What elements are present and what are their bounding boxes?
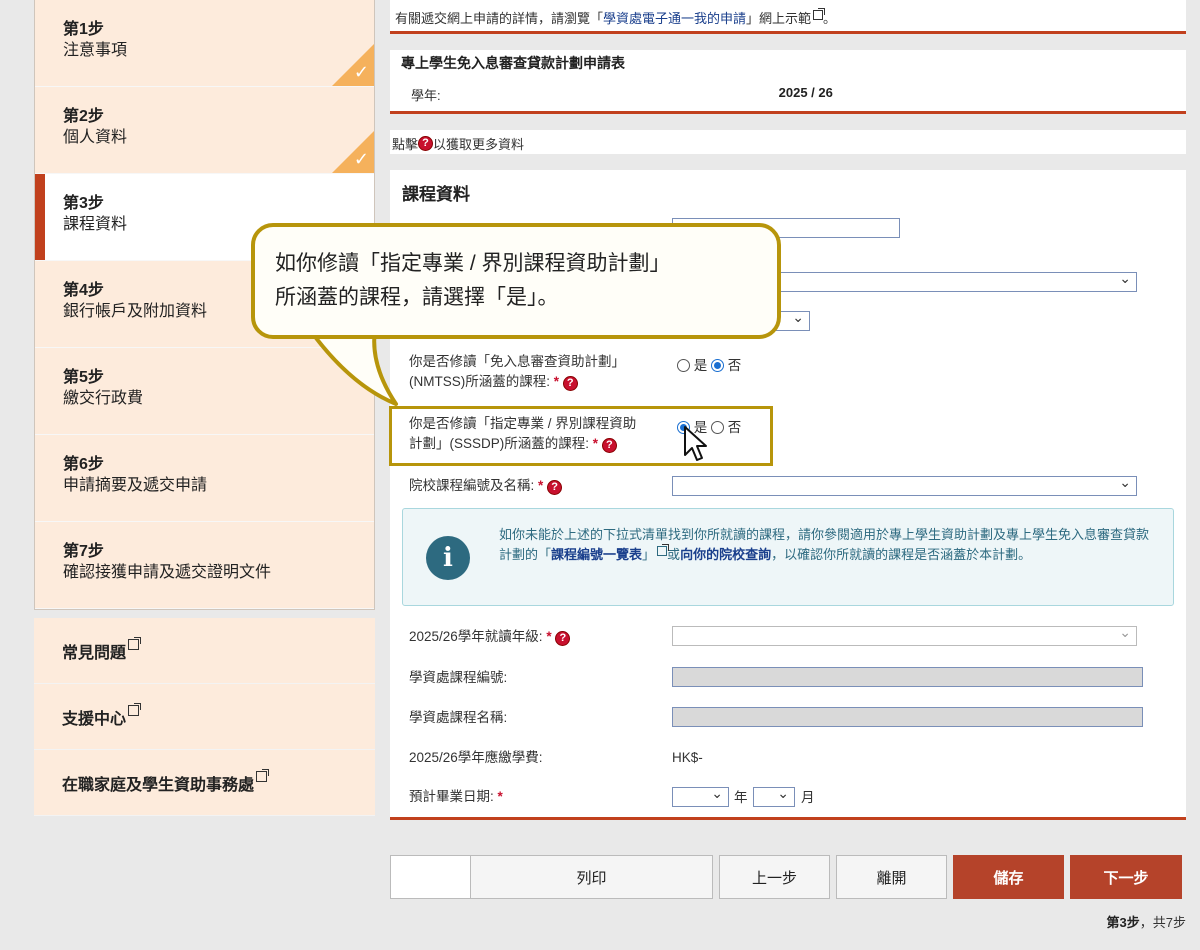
nmtss-question-label: 你是否修讀「免入息審查資助計劃」 (NMTSS)所涵蓋的課程: * ? <box>409 352 625 392</box>
mouse-pointer-icon <box>684 426 707 461</box>
required-mark: * <box>546 629 552 644</box>
form-title: 專上學生免入息審查貸款計劃申請表 <box>401 55 625 71</box>
step-7[interactable]: 第7步 確認接獲申請及遞交證明文件 <box>35 522 374 609</box>
save-button[interactable]: 儲存 <box>953 855 1064 899</box>
faq-link[interactable]: 常見問題 <box>34 618 375 684</box>
separator: ， <box>1139 915 1153 930</box>
nmtss-yes-radio[interactable] <box>677 359 690 372</box>
step-title: 確認接獲申請及遞交證明文件 <box>63 564 272 581</box>
label-text: 院校課程編號及名稱: <box>409 478 535 493</box>
graduation-month-select[interactable] <box>753 785 795 807</box>
sfo-course-name-field <box>672 707 1143 727</box>
step-number: 第7步 <box>63 543 104 560</box>
demo-link[interactable]: 學資處電子通一我的申請 <box>603 11 746 26</box>
required-mark: * <box>538 478 544 493</box>
course-code-select[interactable] <box>672 474 1137 496</box>
print-button[interactable]: 列印 <box>470 855 713 899</box>
blank-cell <box>390 855 470 899</box>
external-link-icon <box>128 637 142 650</box>
step-6[interactable]: 第6步 申請摘要及遞交申請 <box>35 435 374 522</box>
note-text: 」網上示範 <box>746 11 812 26</box>
note-text: 有關遞交網上申請的詳情，請瀏覽「 <box>395 11 604 26</box>
step-number: 第2步 <box>63 108 104 125</box>
link-label: 支援中心 <box>62 710 127 728</box>
previous-step-button[interactable]: 上一步 <box>719 855 830 899</box>
question-mark-icon: ? <box>418 135 434 151</box>
help-hint: 點擊 ? 以獲取更多資料 <box>390 130 1186 154</box>
info-text-part: ，以確認你所就讀的課程是否涵蓋於本計劃。 <box>771 547 1032 562</box>
step-2[interactable]: 第2步 個人資料 ✓ <box>35 87 374 174</box>
tutorial-callout: 如你修讀「指定專業 / 界別課程資助計劃」 所涵蓋的課程，請選擇「是」。 <box>251 223 781 339</box>
callout-line: 所涵蓋的課程，請選擇「是」。 <box>275 286 559 309</box>
label-text: 預計畢業日期: <box>409 789 494 804</box>
external-link-icon <box>128 703 142 716</box>
step-title: 申請摘要及遞交申請 <box>63 477 208 494</box>
hint-text: 點擊 <box>392 136 419 152</box>
page-indicator: 第3步，共7步 <box>1107 912 1186 931</box>
step-1[interactable]: 第1步 注意事項 ✓ <box>35 0 374 87</box>
graduation-year-select[interactable] <box>672 785 729 807</box>
checkmark-icon: ✓ <box>353 149 369 169</box>
sfo-course-name-label: 學資處課程名稱: <box>409 710 508 725</box>
study-year-label: 2025/26學年就讀年級: * ? <box>409 627 571 647</box>
leave-button[interactable]: 離開 <box>836 855 947 899</box>
checkmark-icon: ✓ <box>353 62 369 82</box>
wfsfaa-link[interactable]: 在職家庭及學生資助事務處 <box>34 750 375 816</box>
label-line: (NMTSS)所涵蓋的課程: <box>409 374 550 389</box>
month-unit: 月 <box>801 790 815 805</box>
callout-tail <box>308 330 398 406</box>
link-label: 在職家庭及學生資助事務處 <box>62 776 255 794</box>
step-title: 個人資料 <box>63 129 128 146</box>
label-text: 2025/26學年就讀年級: <box>409 629 543 644</box>
info-text: 如你未能於上述的下拉式清單找到你所就讀的課程，請你參閱適用於專上學生資助計劃及專… <box>499 525 1149 565</box>
tuition-fee-label: 2025/26學年應繳學費: <box>409 750 543 765</box>
ask-institution-link[interactable]: 向你的院校查詢 <box>680 547 771 562</box>
hint-text: 以獲取更多資料 <box>433 136 525 152</box>
tuition-fee-value: HK$- <box>672 750 703 765</box>
step-number: 第3步 <box>63 195 104 212</box>
info-icon: i <box>426 536 470 580</box>
radio-label: 否 <box>727 358 742 373</box>
external-link-icon <box>256 769 270 782</box>
course-code-label: 院校課程編號及名稱: * ? <box>409 476 563 496</box>
step-number: 第6步 <box>63 456 104 473</box>
question-mark-icon[interactable]: ? <box>562 375 578 391</box>
required-mark: * <box>553 374 560 389</box>
info-text-part: 」 <box>642 547 656 562</box>
highlight-frame <box>389 406 773 466</box>
study-year-select[interactable] <box>672 624 1137 646</box>
help-links: 常見問題 支援中心 在職家庭及學生資助事務處 <box>34 618 375 816</box>
link-label: 常見問題 <box>62 644 127 662</box>
required-mark: * <box>497 789 503 804</box>
form-header: 專上學生免入息審查貸款計劃申請表 學年: 2025 / 26 <box>390 50 1186 114</box>
academic-year-label: 學年: <box>411 88 441 103</box>
nmtss-no-radio[interactable] <box>711 359 725 372</box>
total-steps: 共7步 <box>1152 915 1186 930</box>
academic-year-value: 2025 / 26 <box>778 85 833 100</box>
question-mark-icon[interactable]: ? <box>555 630 571 646</box>
callout-line: 如你修讀「指定專業 / 界別課程資助計劃」 <box>275 252 671 275</box>
step-number: 第1步 <box>63 21 104 38</box>
step-title: 注意事項 <box>63 42 128 59</box>
section-title: 課程資料 <box>402 185 470 204</box>
external-link-icon <box>813 8 826 20</box>
sfo-course-code-label: 學資處課程編號: <box>409 670 508 685</box>
current-step: 第3步 <box>1106 915 1140 930</box>
radio-label: 是 <box>693 358 708 373</box>
next-step-button[interactable]: 下一步 <box>1070 855 1182 899</box>
year-unit: 年 <box>734 790 748 805</box>
course-list-link[interactable]: 課程編號一覽表 <box>551 547 642 562</box>
sfo-course-code-field <box>672 667 1143 687</box>
action-bar: 列印 上一步 離開 儲存 下一步 <box>390 855 1186 901</box>
info-box: i 如你未能於上述的下拉式清單找到你所就讀的課程，請你參閱適用於專上學生資助計劃… <box>402 508 1174 606</box>
label-line: 你是否修讀「免入息審查資助計劃」 <box>409 354 625 369</box>
external-link-icon <box>657 544 670 556</box>
question-mark-icon[interactable]: ? <box>547 479 563 495</box>
nmtss-radio-group: 是 否 <box>677 354 741 374</box>
graduation-date-label: 預計畢業日期: * <box>409 787 503 807</box>
support-centre-link[interactable]: 支援中心 <box>34 684 375 750</box>
online-demo-note: 有關遞交網上申請的詳情，請瀏覽「學資處電子通一我的申請」網上示範。 <box>390 0 1186 34</box>
